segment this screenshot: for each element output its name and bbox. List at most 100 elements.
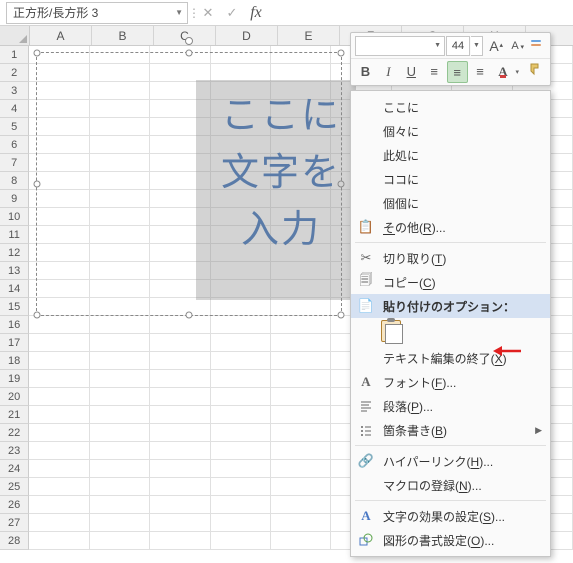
menu-macro[interactable]: マクロの登録(N)... (351, 473, 550, 497)
cell[interactable] (150, 424, 210, 442)
name-box-dropdown-icon[interactable]: ▼ (175, 8, 183, 17)
cell[interactable] (150, 514, 210, 532)
cell[interactable] (150, 334, 210, 352)
row-header[interactable]: 22 (0, 424, 29, 442)
row-header[interactable]: 9 (0, 190, 29, 208)
rotate-handle[interactable] (185, 37, 193, 45)
cell[interactable] (90, 532, 150, 550)
cell[interactable] (90, 370, 150, 388)
cell[interactable] (271, 334, 331, 352)
menu-paste-options[interactable]: 📄貼り付けのオプション： (351, 294, 550, 318)
menu-other[interactable]: 📋その他(R)... (351, 215, 550, 239)
cell[interactable] (271, 388, 331, 406)
menu-text-effect[interactable]: A文字の効果の設定(S)... (351, 504, 550, 528)
cell[interactable] (271, 496, 331, 514)
cell[interactable] (29, 334, 89, 352)
cell[interactable] (90, 478, 150, 496)
cell[interactable] (211, 406, 271, 424)
grow-font-button[interactable]: A▴ (484, 36, 504, 56)
cell[interactable] (90, 460, 150, 478)
cell[interactable] (29, 406, 89, 424)
cell[interactable] (150, 316, 210, 334)
row-header[interactable]: 27 (0, 514, 29, 532)
cell[interactable] (211, 424, 271, 442)
font-color-dropdown-icon[interactable]: ▾ (515, 68, 523, 76)
cell[interactable] (90, 352, 150, 370)
ime-candidate[interactable]: 個々に (351, 119, 550, 143)
cell[interactable] (90, 388, 150, 406)
cell[interactable] (29, 532, 89, 550)
cell[interactable] (211, 388, 271, 406)
row-header[interactable]: 28 (0, 532, 29, 550)
align-right-button[interactable]: ≡ (470, 61, 491, 83)
cell[interactable] (211, 532, 271, 550)
select-all-corner[interactable] (0, 26, 30, 45)
shape-text[interactable]: ここに 文字を 入力 (196, 88, 366, 259)
cell[interactable] (29, 316, 89, 334)
cell[interactable] (211, 496, 271, 514)
resize-handle-se[interactable] (338, 312, 345, 319)
styles-button[interactable] (526, 36, 546, 56)
cell[interactable] (29, 460, 89, 478)
cell[interactable] (271, 424, 331, 442)
cell[interactable] (271, 406, 331, 424)
menu-font[interactable]: Aフォント(F)... (351, 370, 550, 394)
cell[interactable] (29, 514, 89, 532)
row-header[interactable]: 10 (0, 208, 29, 226)
confirm-button[interactable]: ✓ (220, 5, 244, 21)
bold-button[interactable]: B (355, 61, 376, 83)
row-header[interactable]: 17 (0, 334, 29, 352)
row-header[interactable]: 23 (0, 442, 29, 460)
shrink-font-button[interactable]: A▾ (505, 36, 525, 56)
cell[interactable] (29, 370, 89, 388)
menu-exit-text-edit[interactable]: テキスト編集の終了(X) (351, 346, 550, 370)
cell[interactable] (90, 316, 150, 334)
menu-copy[interactable]: 🗐コピー(C) (351, 270, 550, 294)
cell[interactable] (150, 478, 210, 496)
resize-handle-sw[interactable] (34, 312, 41, 319)
cell[interactable] (271, 442, 331, 460)
font-name-combo[interactable]: ▼ (355, 36, 445, 56)
row-header[interactable]: 19 (0, 370, 29, 388)
cell[interactable] (29, 496, 89, 514)
font-size-combo[interactable]: 44 (446, 36, 470, 56)
font-color-button[interactable]: A (493, 61, 514, 83)
row-header[interactable]: 5 (0, 118, 29, 136)
col-header[interactable]: E (278, 26, 340, 45)
row-header[interactable]: 16 (0, 316, 29, 334)
cell[interactable] (211, 442, 271, 460)
row-header[interactable]: 2 (0, 64, 29, 82)
cell[interactable] (29, 388, 89, 406)
menu-cut[interactable]: ✂切り取り(T) (351, 246, 550, 270)
menu-paragraph[interactable]: 段落(P)... (351, 394, 550, 418)
cell[interactable] (150, 442, 210, 460)
cell[interactable] (90, 334, 150, 352)
cell[interactable] (271, 352, 331, 370)
row-header[interactable]: 25 (0, 478, 29, 496)
cell[interactable] (150, 388, 210, 406)
cell[interactable] (150, 460, 210, 478)
row-header[interactable]: 18 (0, 352, 29, 370)
row-header[interactable]: 4 (0, 100, 29, 118)
row-header[interactable]: 6 (0, 136, 29, 154)
resize-handle-w[interactable] (34, 181, 41, 188)
cell[interactable] (29, 352, 89, 370)
cell[interactable] (29, 442, 89, 460)
name-box[interactable]: 正方形/長方形 3 ▼ (6, 2, 188, 24)
cell[interactable] (90, 406, 150, 424)
col-header[interactable]: B (92, 26, 154, 45)
cell[interactable] (271, 460, 331, 478)
cell[interactable] (90, 424, 150, 442)
row-header[interactable]: 11 (0, 226, 29, 244)
cell[interactable] (150, 352, 210, 370)
fx-button[interactable]: fx (244, 4, 268, 22)
resize-handle-s[interactable] (186, 312, 193, 319)
cell[interactable] (271, 316, 331, 334)
resize-handle-nw[interactable] (34, 50, 41, 57)
format-painter-button[interactable] (525, 61, 546, 83)
row-header[interactable]: 14 (0, 280, 29, 298)
col-header[interactable]: D (216, 26, 278, 45)
font-size-dropdown-icon[interactable]: ▼ (471, 36, 483, 56)
cell[interactable] (211, 352, 271, 370)
cell[interactable] (150, 406, 210, 424)
